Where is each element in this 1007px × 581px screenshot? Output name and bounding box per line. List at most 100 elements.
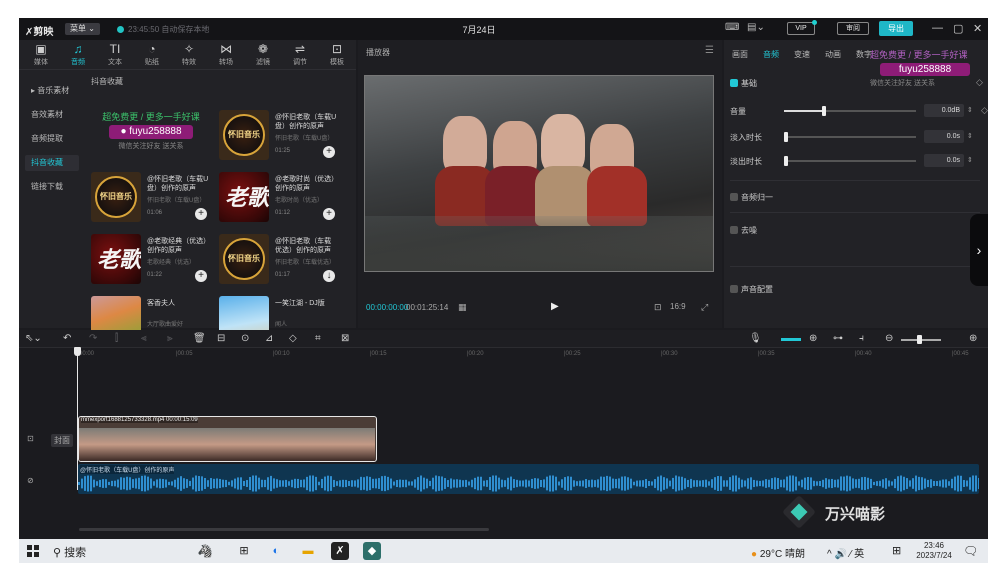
fade-in-knob[interactable]	[784, 132, 788, 142]
audio-track-mute-icon[interactable]: ⊘	[27, 476, 34, 485]
zoom-slider-knob[interactable]	[917, 335, 922, 344]
filmora-taskbar-icon[interactable]: ◆	[363, 542, 381, 560]
menu-button[interactable]: 菜单 ⌄	[65, 23, 100, 35]
microphone-icon[interactable]: 🎙	[749, 333, 762, 344]
fade-in-value[interactable]: 0.0s	[924, 130, 964, 143]
add-to-track-button[interactable]: +	[195, 208, 207, 220]
timeline-ruler[interactable]: 00:00 |00:05 |00:10 |00:15 |00:20 |00:25 |00:3…	[19, 348, 988, 362]
fullscreen-icon[interactable]: ⤢	[701, 302, 708, 313]
add-to-track-button[interactable]: +	[323, 208, 335, 220]
tool-template[interactable]: ⊡ 模板	[321, 42, 353, 67]
normalize-section[interactable]: 音频归一	[730, 192, 773, 203]
aspect-ratio-button[interactable]: 16:9	[670, 302, 686, 311]
side-expand-handle[interactable]: ›	[970, 214, 988, 286]
sidebar-item[interactable]: 音效素材	[25, 107, 79, 123]
basic-section[interactable]: 基础	[730, 78, 757, 89]
tool-transition[interactable]: ⋈ 转场	[210, 42, 242, 67]
layout-icon[interactable]: ▤⌄	[747, 22, 765, 33]
fade-in-slider[interactable]	[784, 132, 916, 142]
denoise-checkbox[interactable]	[730, 226, 738, 234]
voice-checkbox[interactable]	[730, 285, 738, 293]
tool-media[interactable]: ▣ 媒体	[25, 42, 57, 67]
undo-icon[interactable]: ↶	[63, 333, 71, 344]
crop-icon[interactable]: ⌗	[315, 333, 321, 344]
preview-axis-icon[interactable]: ⫞	[859, 333, 864, 344]
windows-start-icon[interactable]	[27, 545, 39, 557]
clock[interactable]: 23:46 2023/7/24	[912, 541, 956, 561]
tool-effects[interactable]: ✧ 特效	[173, 42, 205, 67]
delete-icon[interactable]: 🗑	[193, 333, 206, 344]
reverse-icon[interactable]: ⊙	[241, 333, 249, 344]
file-explorer-icon[interactable]: ▬	[299, 542, 317, 560]
weather-widget[interactable]: ● 29°C 晴朗	[751, 545, 805, 560]
system-tray[interactable]: ^ 🔊 ⁄ 英	[827, 545, 864, 560]
tool-adjust[interactable]: ⇌ 调节	[284, 42, 316, 67]
tool-filter[interactable]: ❁ 滤镜	[247, 42, 279, 67]
minimize-icon[interactable]: —	[932, 22, 943, 34]
tool-text[interactable]: TI 文本	[99, 42, 131, 67]
video-clip[interactable]: mmexport1688125733328.mp4 00:00:15:09	[78, 416, 377, 462]
rotate-icon[interactable]: ◇	[289, 333, 297, 344]
input-method-icon[interactable]: ⊞	[892, 544, 901, 557]
export-button[interactable]: 导出	[879, 21, 913, 36]
keyboard-icon[interactable]: ⌨	[725, 22, 739, 33]
volume-keyframe-icon[interactable]: ◇	[981, 105, 988, 116]
fade-out-slider[interactable]	[784, 156, 916, 166]
tool-sticker[interactable]: ◔ 贴纸	[136, 42, 168, 67]
music-card[interactable]: 老歌 @老歌时尚（优选）创作的原声 老歌时尚（优选） 01:12 +	[219, 172, 337, 222]
mirror-icon[interactable]: ⊿	[265, 333, 273, 344]
normalize-checkbox[interactable]	[730, 193, 738, 201]
edge-browser-icon[interactable]: ◐	[267, 542, 285, 560]
snapshot-icon[interactable]: ⊡	[654, 302, 662, 313]
music-card[interactable]: 怀旧音乐 @怀旧老歌（车载U盘）创作的原声 怀旧老歌（车载U盘） 01:25 +	[219, 110, 337, 160]
redo-icon[interactable]: ↷	[89, 333, 97, 344]
zebra-widget-icon[interactable]: 🦓	[187, 542, 223, 560]
frame-icon[interactable]: ⊠	[341, 333, 349, 344]
fade-out-value[interactable]: 0.0s	[924, 154, 964, 167]
volume-value[interactable]: 0.0dB	[924, 104, 964, 117]
player-menu-icon[interactable]: ☰	[705, 45, 714, 56]
denoise-section[interactable]: 去噪	[730, 225, 757, 236]
notification-icon[interactable]: 🗨	[963, 544, 978, 558]
download-button[interactable]: ↓	[323, 270, 335, 282]
video-preview[interactable]	[364, 75, 714, 272]
link-icon[interactable]: ⊶	[833, 333, 843, 344]
sidebar-item[interactable]: 音频提取	[25, 131, 79, 147]
audio-clip[interactable]: @怀旧老歌（车载U盘）创作的原声	[78, 464, 979, 494]
zoom-in-icon[interactable]: ⊕	[969, 333, 977, 344]
playhead[interactable]	[77, 348, 78, 490]
playhead-handle[interactable]	[74, 347, 81, 356]
add-to-track-button[interactable]: +	[323, 146, 335, 158]
sidebar-item[interactable]: ▸ 音乐素材	[25, 83, 79, 99]
tab-2[interactable]: 变速	[794, 49, 810, 60]
sidebar-item[interactable]: 链接下载	[25, 179, 79, 195]
split-icon[interactable]: ⫿	[115, 333, 118, 344]
tab-3[interactable]: 动画	[825, 49, 841, 60]
fade-out-knob[interactable]	[784, 156, 788, 166]
split-left-icon[interactable]: ⫷	[141, 333, 147, 344]
basic-checkbox[interactable]	[730, 79, 738, 87]
tool-audio[interactable]: ♫ 音频	[62, 42, 94, 67]
close-icon[interactable]: ✕	[973, 22, 982, 35]
music-card[interactable]: 老歌 @老歌经典（优选）创作的原声 老歌经典（优选） 01:22 +	[91, 234, 209, 284]
volume-slider-knob[interactable]	[821, 106, 826, 116]
taskbar-search[interactable]: ⚲ 搜索	[53, 544, 86, 560]
music-card[interactable]: 怀旧音乐 @怀旧老歌（车载优选）创作的原声 怀旧老歌（车载优选） 01:17 ↓	[219, 234, 337, 284]
play-button[interactable]: ▶	[551, 301, 559, 312]
cover-button[interactable]: 封面	[51, 434, 73, 447]
volume-stepper-icon[interactable]: ⇕	[967, 104, 975, 117]
fade-out-stepper-icon[interactable]: ⇕	[967, 154, 975, 167]
tab-1[interactable]: 音频	[763, 49, 779, 60]
snap-icon[interactable]: ⊕	[809, 333, 817, 344]
sidebar-item[interactable]: 抖音收藏	[25, 155, 79, 171]
capcut-taskbar-icon[interactable]: ✗	[331, 542, 349, 560]
track-visibility-icon[interactable]: ⊡	[27, 434, 34, 443]
freeze-icon[interactable]: ⊟	[217, 333, 225, 344]
basic-keyframe-icon[interactable]: ◇	[976, 77, 983, 88]
music-card[interactable]: 怀旧音乐 @怀旧老歌（车载U盘）创作的原声 怀旧老歌（车载U盘） 01:06 +	[91, 172, 209, 222]
timeline-scrollbar[interactable]	[79, 528, 489, 531]
vip-badge[interactable]: VIP	[787, 22, 815, 35]
main-track-icon[interactable]: ▬▬	[781, 333, 801, 344]
maximize-icon[interactable]: ▢	[953, 22, 963, 35]
volume-slider[interactable]	[784, 106, 916, 116]
